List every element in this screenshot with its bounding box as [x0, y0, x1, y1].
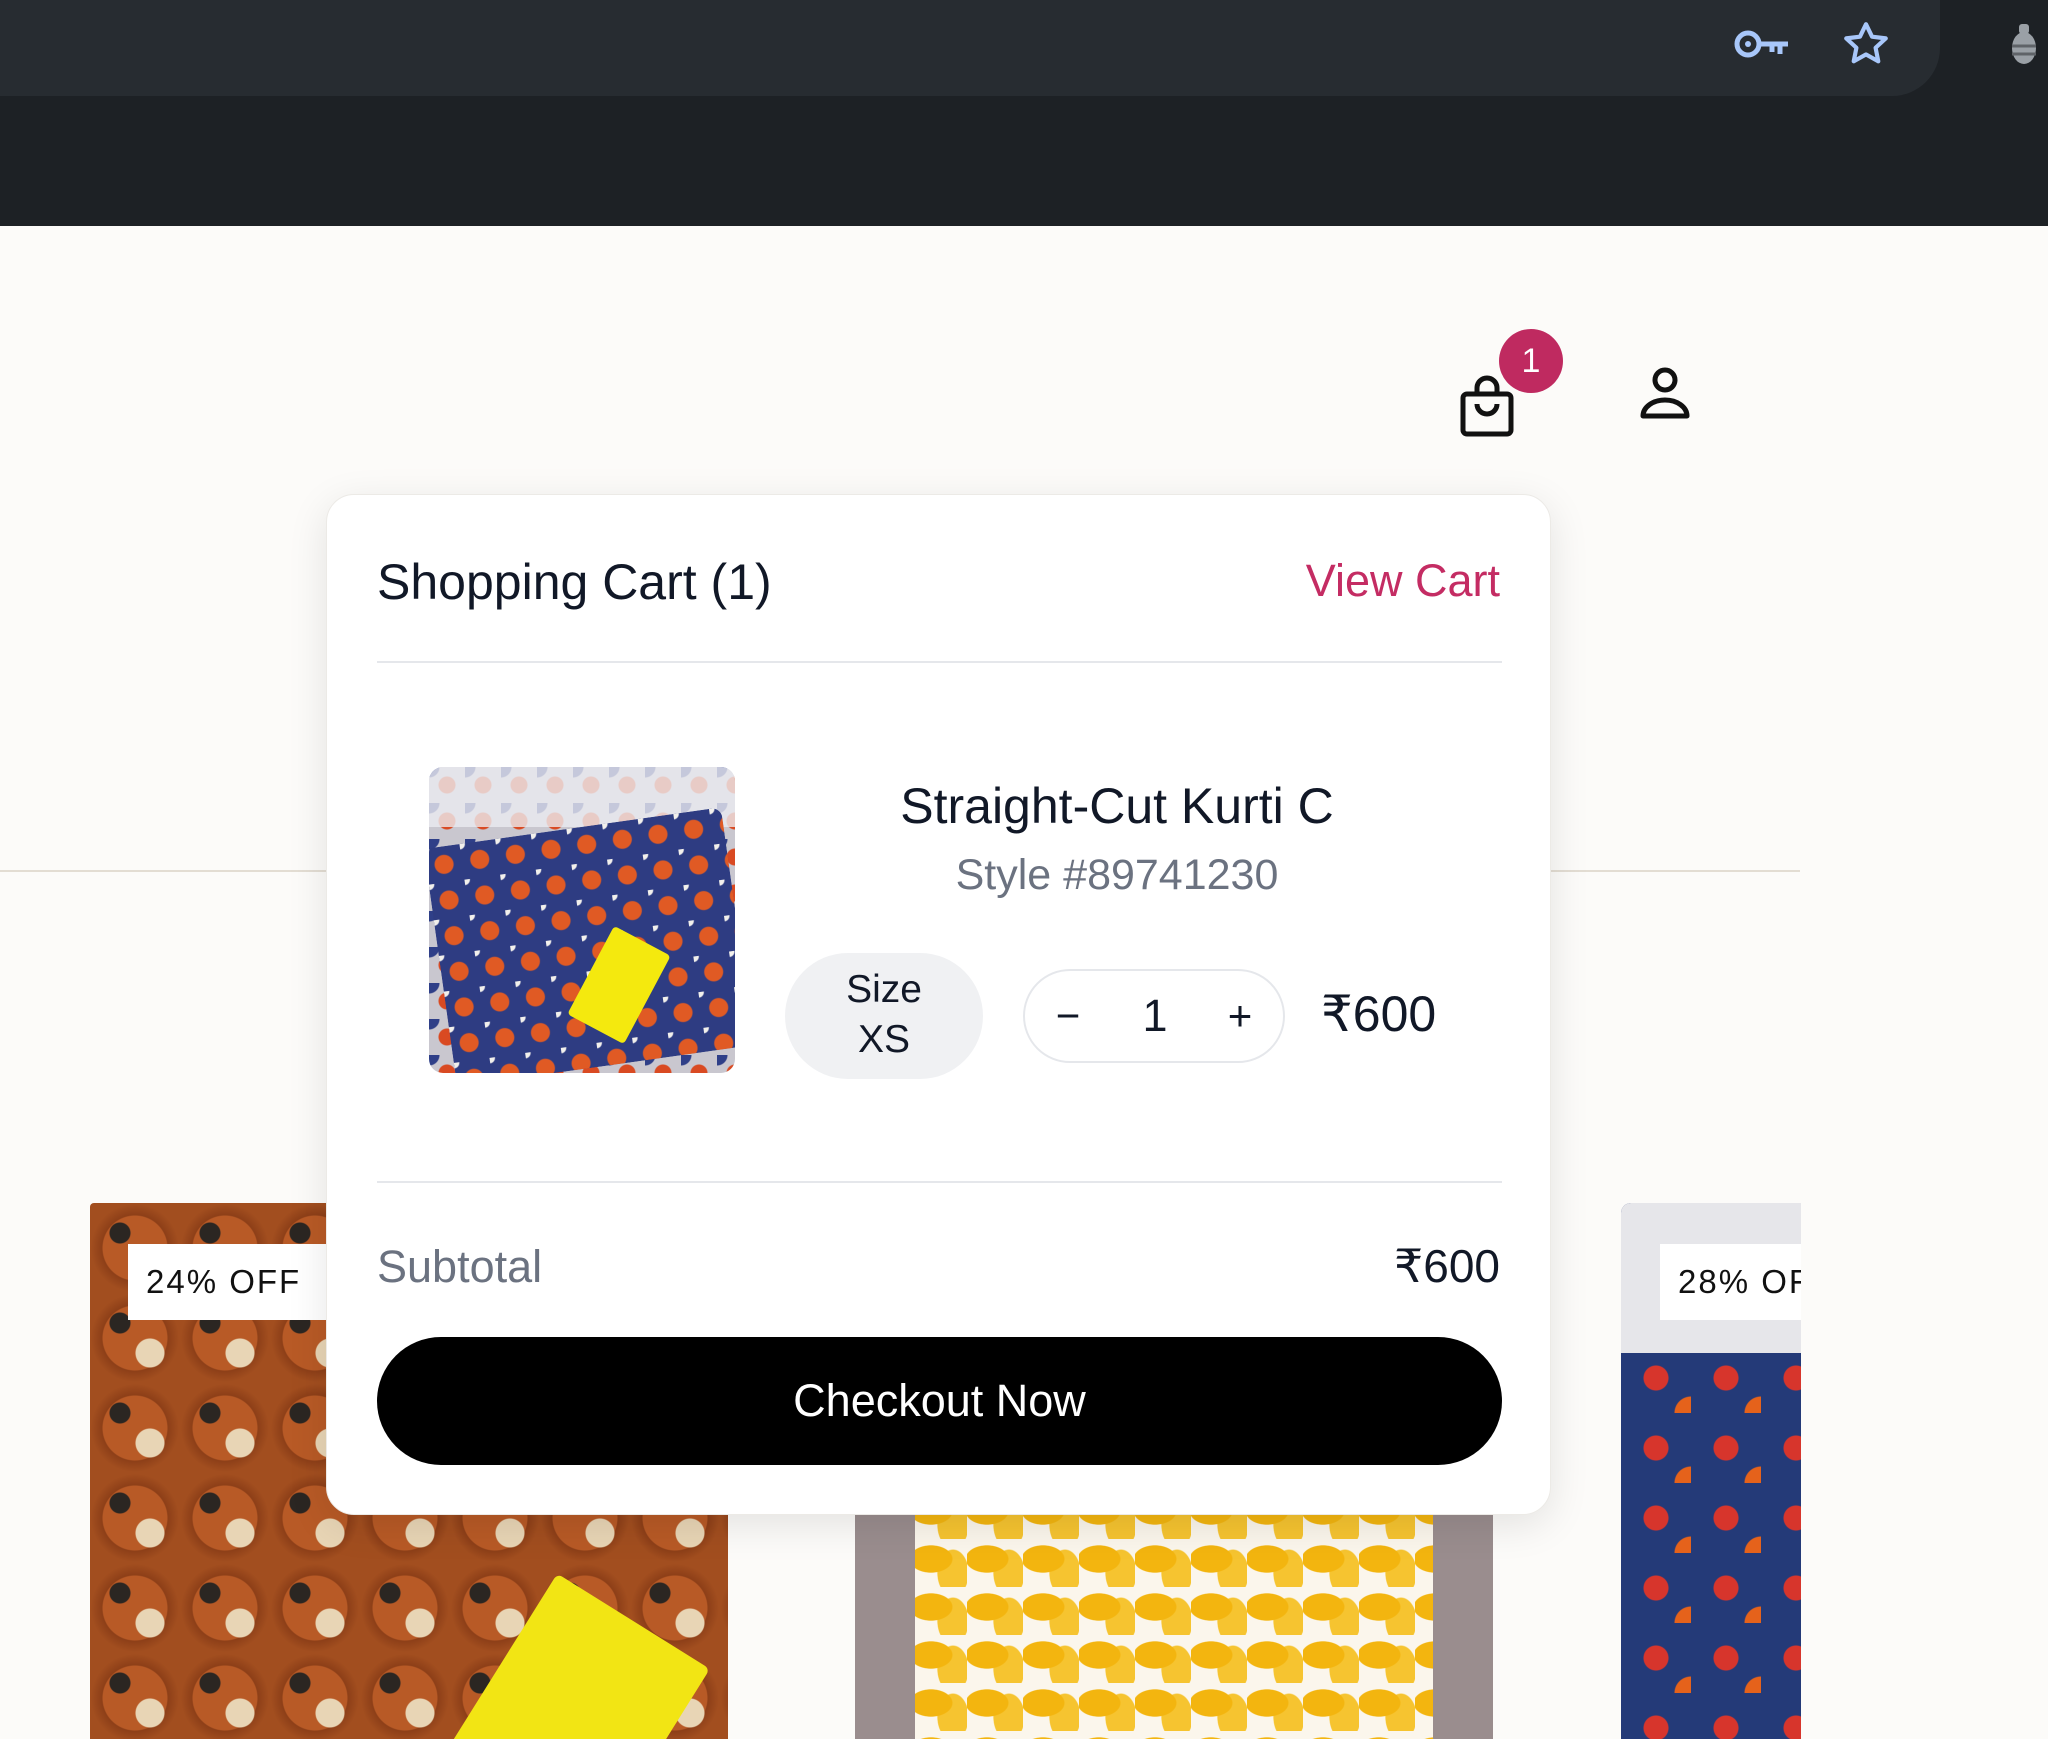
cart-title: Shopping Cart (1) — [377, 554, 772, 610]
cart-count-badge: 1 — [1499, 329, 1563, 393]
browser-toolbar — [0, 0, 2048, 96]
quantity-stepper: − 1 + — [1023, 969, 1285, 1063]
cart-item-image[interactable] — [429, 767, 735, 1073]
cart-item-name[interactable]: Straight-Cut Kurti C — [797, 777, 1437, 835]
cart-item-style: Style #89741230 — [955, 851, 1279, 899]
divider — [377, 1181, 1502, 1183]
checkout-button[interactable]: Checkout Now — [377, 1337, 1502, 1465]
increase-quantity-button[interactable]: + — [1205, 971, 1275, 1061]
view-cart-link[interactable]: View Cart — [1306, 555, 1500, 607]
quantity-value: 1 — [1142, 990, 1168, 1041]
decrease-quantity-button[interactable]: − — [1033, 971, 1103, 1061]
extension-icon[interactable] — [2000, 20, 2048, 68]
size-badge: Size XS — [785, 953, 983, 1079]
account-button[interactable] — [1633, 362, 1697, 426]
subtotal-value: ₹600 — [1393, 1240, 1500, 1292]
size-value: XS — [857, 1018, 911, 1061]
star-icon[interactable] — [1836, 14, 1896, 74]
cart-item-price: ₹600 — [1321, 986, 1437, 1042]
address-bar[interactable] — [0, 0, 1940, 96]
discount-badge: 28% OFF — [1660, 1244, 1801, 1320]
discount-badge: 24% OFF — [128, 1244, 330, 1320]
cart-dropdown: Shopping Cart (1) View Cart Straight-Cut… — [326, 494, 1551, 1515]
size-label: Size — [846, 968, 922, 1011]
browser-bookmarks-bar — [0, 96, 2048, 226]
fabric-graphic — [429, 807, 735, 1073]
key-icon[interactable] — [1730, 18, 1794, 70]
user-icon — [1640, 367, 1690, 419]
divider — [377, 661, 1502, 663]
subtotal-label: Subtotal — [377, 1241, 543, 1292]
